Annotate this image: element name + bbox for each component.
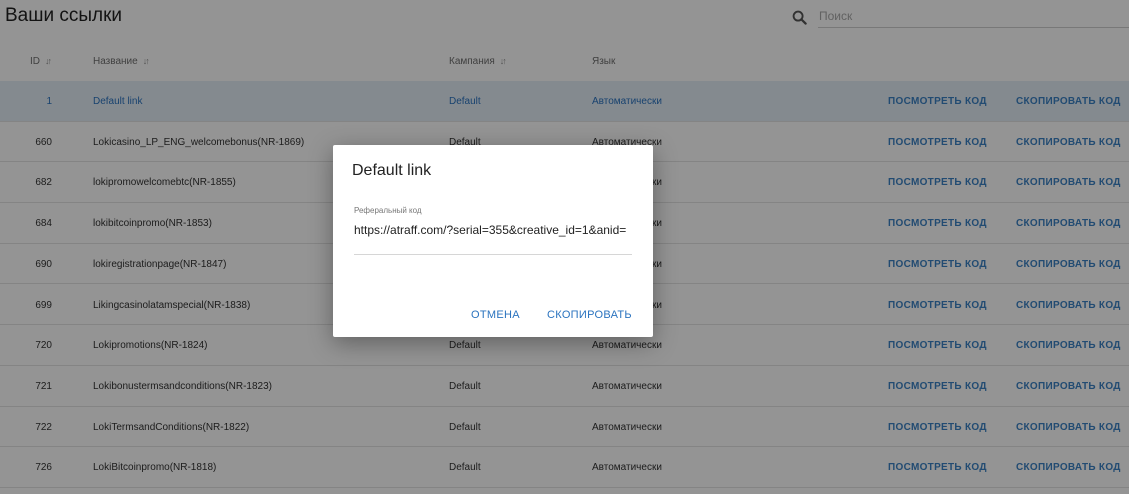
- referral-code-dialog: Default link Реферальный код https://atr…: [333, 145, 653, 337]
- referral-code-field[interactable]: https://atraff.com/?serial=355&creative_…: [354, 220, 632, 241]
- copy-button[interactable]: СКОПИРОВАТЬ: [547, 309, 632, 321]
- referral-code-label: Реферальный код: [354, 206, 422, 215]
- field-underline: [354, 254, 632, 255]
- cancel-button[interactable]: ОТМЕНА: [471, 309, 520, 321]
- dialog-title: Default link: [352, 162, 432, 179]
